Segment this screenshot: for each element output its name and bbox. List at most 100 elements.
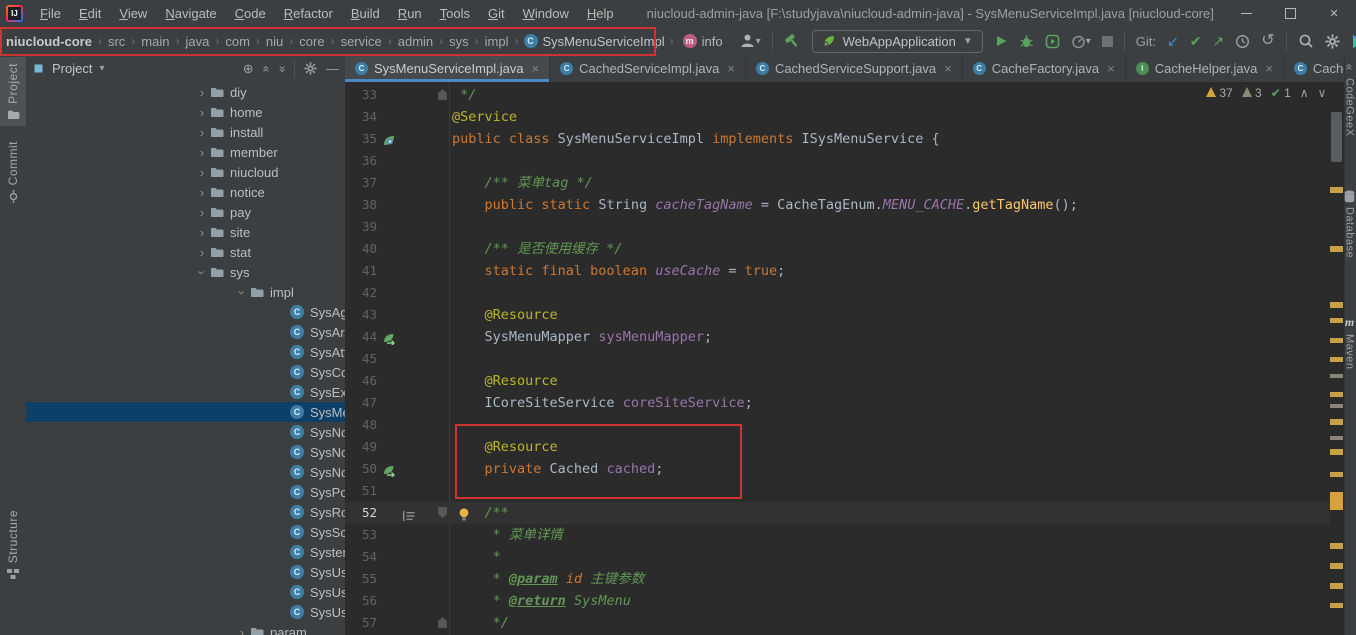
close-button[interactable]: × xyxy=(1312,0,1356,27)
menu-git[interactable]: Git xyxy=(479,0,514,27)
tool-stripe-maven[interactable]: m Maven xyxy=(1343,315,1356,370)
error-stripe-mark[interactable] xyxy=(1330,472,1343,477)
history-icon[interactable] xyxy=(1235,34,1250,49)
git-push-icon[interactable]: ↗ xyxy=(1213,34,1225,48)
tree-item-SysAreaServiceIm[interactable]: CSysAreaServiceIm xyxy=(26,322,345,342)
tree-item-site[interactable]: ›site xyxy=(26,222,345,242)
tree-item-SysScheduleServi[interactable]: CSysScheduleServi xyxy=(26,522,345,542)
menu-code[interactable]: Code xyxy=(226,0,275,27)
error-stripe-mark[interactable] xyxy=(1330,357,1343,362)
tree-chevron-icon[interactable]: › xyxy=(194,205,210,220)
error-stripe-mark[interactable] xyxy=(1330,436,1343,440)
run-button[interactable] xyxy=(994,34,1008,48)
tool-stripe-database[interactable]: Database xyxy=(1343,190,1356,258)
error-stripe-mark[interactable] xyxy=(1330,338,1343,343)
tree-item-impl[interactable]: ›impl xyxy=(26,282,345,302)
tree-item-stat[interactable]: ›stat xyxy=(26,242,345,262)
tab-close-icon[interactable]: × xyxy=(1107,61,1115,76)
fold-marker-icon[interactable] xyxy=(438,507,447,518)
git-commit-check-icon[interactable]: ✔ xyxy=(1190,34,1202,48)
warnings-indicator[interactable]: 37 xyxy=(1206,86,1233,100)
menu-navigate[interactable]: Navigate xyxy=(156,0,225,27)
menu-edit[interactable]: Edit xyxy=(70,0,110,27)
minimize-button[interactable] xyxy=(1224,0,1268,27)
tree-item-install[interactable]: ›install xyxy=(26,122,345,142)
tree-chevron-icon[interactable]: › xyxy=(195,264,210,280)
tree-item-niucloud[interactable]: ›niucloud xyxy=(26,162,345,182)
build-hammer-icon[interactable] xyxy=(784,33,801,49)
error-stripe-mark[interactable] xyxy=(1330,318,1343,323)
locate-file-icon[interactable]: ⊕ xyxy=(243,61,254,77)
prev-problem-icon[interactable]: ∧ xyxy=(1300,86,1309,100)
error-stripe-mark[interactable] xyxy=(1330,246,1343,252)
tree-item-SysConfigService[interactable]: CSysConfigService xyxy=(26,362,345,382)
error-stripe-mark[interactable] xyxy=(1330,583,1343,589)
editor-area[interactable]: CSysMenuServiceImpl.java×CCachedServiceI… xyxy=(345,55,1344,635)
tab-close-icon[interactable]: × xyxy=(1265,61,1273,76)
tree-item-sys[interactable]: ›sys xyxy=(26,262,345,282)
fold-marker-icon[interactable] xyxy=(438,89,447,100)
error-stripe-mark[interactable] xyxy=(1330,392,1343,397)
codegeex-plugin-icon[interactable] xyxy=(1351,33,1356,50)
tree-chevron-icon[interactable]: › xyxy=(194,125,210,140)
next-problem-icon[interactable]: ∨ xyxy=(1318,86,1327,100)
tree-chevron-icon[interactable]: › xyxy=(194,185,210,200)
tree-item-SysUserLogServi[interactable]: CSysUserLogServi xyxy=(26,562,345,582)
error-stripe-mark[interactable] xyxy=(1330,543,1343,549)
tree-chevron-icon[interactable]: › xyxy=(194,105,210,120)
tree-chevron-icon[interactable]: › xyxy=(194,85,210,100)
code-pane[interactable]: 33 */34@Service35public class SysMenuSer… xyxy=(345,82,1344,635)
run-configuration-select[interactable]: WebAppApplication ▼ xyxy=(812,30,983,53)
tree-item-pay[interactable]: ›pay xyxy=(26,202,345,222)
editor-scrollbar-thumb[interactable] xyxy=(1331,112,1342,162)
tree-item-param[interactable]: ›param xyxy=(26,622,345,635)
tool-stripe-codegeex[interactable]: « CodeGeeX xyxy=(1343,60,1356,136)
weak-warnings-indicator[interactable]: 3 xyxy=(1242,86,1262,100)
tab-cachehelper-java[interactable]: ICacheHelper.java× xyxy=(1126,55,1284,82)
tree-chevron-icon[interactable]: › xyxy=(194,165,210,180)
error-stripe-mark[interactable] xyxy=(1330,492,1343,510)
menu-help[interactable]: Help xyxy=(578,0,623,27)
error-stripe-mark[interactable] xyxy=(1330,404,1343,408)
tab-sysmenuserviceimpl-java[interactable]: CSysMenuServiceImpl.java× xyxy=(345,55,550,82)
error-stripe-mark[interactable] xyxy=(1330,419,1343,425)
run-with-coverage-button[interactable] xyxy=(1045,34,1060,49)
fold-marker-icon[interactable] xyxy=(438,617,447,628)
tree-item-SysAgreementSe[interactable]: CSysAgreementSe xyxy=(26,302,345,322)
tree-item-SystemServiceIm[interactable]: CSystemServiceIm xyxy=(26,542,345,562)
tree-item-SysUserRoleServ[interactable]: CSysUserRoleServ xyxy=(26,582,345,602)
user-icon[interactable]: ▾ xyxy=(739,33,761,49)
menu-window[interactable]: Window xyxy=(514,0,578,27)
tree-item-SysPosterService[interactable]: CSysPosterService xyxy=(26,482,345,502)
tab-close-icon[interactable]: × xyxy=(944,61,952,76)
tree-item-notice[interactable]: ›notice xyxy=(26,182,345,202)
tree-item-SysRoleServiceIm[interactable]: CSysRoleServiceIm xyxy=(26,502,345,522)
hide-tool-window-icon[interactable]: — xyxy=(326,61,339,76)
tab-close-icon[interactable]: × xyxy=(727,61,735,76)
menu-file[interactable]: File xyxy=(31,0,70,27)
error-stripe-mark[interactable] xyxy=(1330,603,1343,608)
maximize-button[interactable] xyxy=(1268,0,1312,27)
profiler-button[interactable]: ▾ xyxy=(1071,34,1091,49)
error-stripe-mark[interactable] xyxy=(1330,187,1343,193)
error-stripe-mark[interactable] xyxy=(1330,563,1343,569)
tab-close-icon[interactable]: × xyxy=(532,61,540,76)
tree-chevron-icon[interactable]: › xyxy=(194,245,210,260)
tree-chevron-icon[interactable]: › xyxy=(194,145,210,160)
tree-item-SysAttachmentSe[interactable]: CSysAttachmentSe xyxy=(26,342,345,362)
menu-view[interactable]: View xyxy=(110,0,156,27)
tab-cachedservicesupport-java[interactable]: CCachedServiceSupport.java× xyxy=(746,55,963,82)
grammar-indicator[interactable]: ✔ 1 xyxy=(1271,86,1291,100)
tree-chevron-icon[interactable]: › xyxy=(194,225,210,240)
error-stripe-mark[interactable] xyxy=(1330,302,1343,308)
error-stripe-mark[interactable] xyxy=(1330,449,1343,455)
collapse-all-icon[interactable]: « xyxy=(275,65,289,72)
expand-all-icon[interactable]: « xyxy=(259,65,273,72)
tool-stripe-project[interactable]: Project xyxy=(0,57,26,126)
menu-run[interactable]: Run xyxy=(389,0,431,27)
tree-item-diy[interactable]: ›diy xyxy=(26,82,345,102)
tree-item-SysMenuServiceI[interactable]: CSysMenuServiceI xyxy=(26,402,345,422)
debug-button[interactable] xyxy=(1019,34,1034,49)
menu-build[interactable]: Build xyxy=(342,0,389,27)
tab-cachefactory-java[interactable]: CCacheFactory.java× xyxy=(963,55,1126,82)
